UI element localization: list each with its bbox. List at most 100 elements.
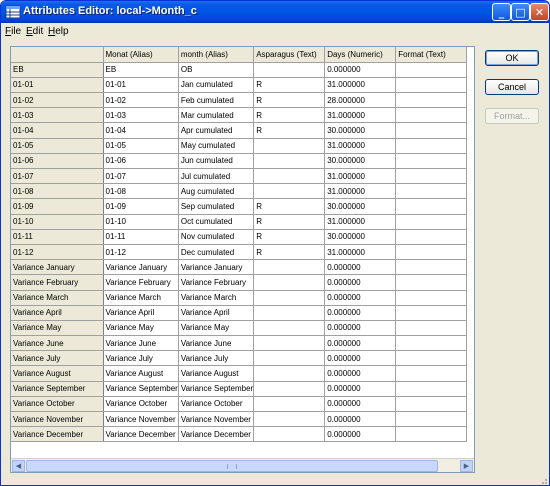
row-header[interactable]: 01-03 bbox=[11, 107, 104, 124]
table-row[interactable]: Variance July Variance July Variance July 0… bbox=[11, 350, 468, 367]
table-cell[interactable]: 31.000000 bbox=[324, 244, 397, 261]
ok-button[interactable]: OK bbox=[485, 50, 539, 66]
format-button[interactable]: Format... bbox=[485, 108, 539, 124]
column-header[interactable]: Asparagus (Text) bbox=[253, 47, 326, 63]
table-cell[interactable]: 30.000000 bbox=[324, 153, 397, 170]
table-cell[interactable]: R bbox=[253, 229, 326, 245]
table-cell[interactable] bbox=[395, 198, 468, 215]
table-row[interactable]: 01-04 01-04 Apr cumulated R 30.000000 bbox=[11, 122, 468, 139]
table-cell[interactable] bbox=[395, 320, 468, 337]
table-cell[interactable] bbox=[253, 153, 326, 170]
table-cell[interactable]: Dec cumulated bbox=[178, 244, 255, 261]
row-header[interactable]: 01-04 bbox=[11, 122, 104, 139]
table-cell[interactable] bbox=[395, 365, 468, 382]
table-row[interactable]: Variance February Variance February Varian… bbox=[11, 274, 468, 291]
row-header[interactable]: Variance October bbox=[11, 396, 104, 413]
table-row[interactable]: Variance August Variance August Variance A… bbox=[11, 365, 468, 382]
table-cell[interactable]: Variance July bbox=[178, 350, 255, 367]
table-cell[interactable]: 0.000000 bbox=[324, 320, 397, 337]
table-cell[interactable]: EB bbox=[103, 62, 179, 78]
table-cell[interactable]: 31.000000 bbox=[324, 214, 397, 230]
table-cell[interactable]: 31.000000 bbox=[324, 107, 397, 124]
table-cell[interactable] bbox=[395, 122, 468, 139]
table-cell[interactable] bbox=[395, 290, 468, 306]
table-cell[interactable]: Variance December bbox=[178, 426, 255, 443]
table-cell[interactable]: 01-11 bbox=[103, 229, 179, 245]
table-cell[interactable]: 0.000000 bbox=[324, 411, 397, 428]
table-cell[interactable] bbox=[253, 274, 326, 291]
table-row[interactable]: 01-10 01-10 Oct cumulated R 31.000000 bbox=[11, 214, 468, 230]
row-header[interactable]: Variance September bbox=[11, 381, 104, 397]
table-cell[interactable]: Nov cumulated bbox=[178, 229, 255, 245]
table-cell[interactable]: 31.000000 bbox=[324, 183, 397, 200]
corner-cell[interactable] bbox=[11, 47, 104, 63]
attributes-grid[interactable]: Monat (Alias) month (Alias) Asparagus (T… bbox=[10, 46, 475, 473]
scrollbar-thumb[interactable] bbox=[26, 460, 438, 472]
table-cell[interactable]: 01-02 bbox=[103, 92, 179, 109]
row-header[interactable]: 01-10 bbox=[11, 214, 104, 230]
table-cell[interactable]: 30.000000 bbox=[324, 122, 397, 139]
table-cell[interactable] bbox=[395, 229, 468, 245]
table-row[interactable]: 01-12 01-12 Dec cumulated R 31.000000 bbox=[11, 244, 468, 261]
row-header[interactable]: 01-01 bbox=[11, 77, 104, 94]
table-cell[interactable] bbox=[253, 320, 326, 337]
table-cell[interactable]: 0.000000 bbox=[324, 62, 397, 78]
table-cell[interactable]: 28.000000 bbox=[324, 92, 397, 109]
table-cell[interactable]: 0.000000 bbox=[324, 274, 397, 291]
table-cell[interactable]: Variance December bbox=[103, 426, 179, 443]
table-cell[interactable]: 0.000000 bbox=[324, 426, 397, 443]
row-header[interactable]: 01-05 bbox=[11, 138, 104, 154]
table-cell[interactable]: 01-07 bbox=[103, 168, 179, 185]
table-cell[interactable]: R bbox=[253, 244, 326, 261]
row-header[interactable]: Variance May bbox=[11, 320, 104, 337]
table-cell[interactable]: R bbox=[253, 214, 326, 230]
row-header[interactable]: EB bbox=[11, 62, 104, 78]
table-cell[interactable]: Variance September bbox=[103, 381, 179, 397]
table-cell[interactable]: Variance April bbox=[178, 305, 255, 321]
row-header[interactable]: Variance August bbox=[11, 365, 104, 382]
table-cell[interactable]: 01-01 bbox=[103, 77, 179, 94]
table-cell[interactable] bbox=[253, 168, 326, 185]
table-cell[interactable]: Jan cumulated bbox=[178, 77, 255, 94]
table-cell[interactable]: Aug cumulated bbox=[178, 183, 255, 200]
table-cell[interactable]: 0.000000 bbox=[324, 396, 397, 413]
table-cell[interactable] bbox=[395, 138, 468, 154]
table-cell[interactable]: 0.000000 bbox=[324, 305, 397, 321]
row-header[interactable]: Variance January bbox=[11, 259, 104, 276]
table-cell[interactable]: Variance July bbox=[103, 350, 179, 367]
table-row[interactable]: Variance April Variance April Variance Apr… bbox=[11, 305, 468, 321]
table-cell[interactable] bbox=[253, 426, 326, 443]
table-row[interactable]: Variance December Variance December Varian… bbox=[11, 426, 468, 443]
table-cell[interactable]: Variance August bbox=[103, 365, 179, 382]
close-button[interactable]: ✕ bbox=[530, 3, 549, 21]
table-cell[interactable] bbox=[395, 153, 468, 170]
menu-file[interactable]: File bbox=[5, 26, 21, 37]
table-cell[interactable]: Variance October bbox=[103, 396, 179, 413]
table-row[interactable]: Variance March Variance March Variance Mar… bbox=[11, 290, 468, 306]
table-row[interactable]: Variance October Variance October Variance… bbox=[11, 396, 468, 413]
table-cell[interactable]: 0.000000 bbox=[324, 335, 397, 352]
table-cell[interactable] bbox=[253, 335, 326, 352]
table-cell[interactable]: Variance March bbox=[103, 290, 179, 306]
table-cell[interactable] bbox=[395, 62, 468, 78]
table-cell[interactable] bbox=[395, 92, 468, 109]
column-header[interactable]: Days (Numeric) bbox=[324, 47, 397, 63]
table-cell[interactable] bbox=[395, 107, 468, 124]
table-cell[interactable]: Mar cumulated bbox=[178, 107, 255, 124]
table-cell[interactable] bbox=[395, 168, 468, 185]
table-cell[interactable]: Variance September bbox=[178, 381, 255, 397]
table-cell[interactable]: Variance October bbox=[178, 396, 255, 413]
resize-grip-icon[interactable] bbox=[537, 473, 548, 484]
table-cell[interactable]: 01-09 bbox=[103, 198, 179, 215]
table-cell[interactable] bbox=[395, 411, 468, 428]
row-header[interactable]: Variance June bbox=[11, 335, 104, 352]
table-cell[interactable]: R bbox=[253, 198, 326, 215]
table-cell[interactable]: Variance March bbox=[178, 290, 255, 306]
row-header[interactable]: Variance March bbox=[11, 290, 104, 306]
table-cell[interactable]: Variance January bbox=[178, 259, 255, 276]
table-cell[interactable]: 01-04 bbox=[103, 122, 179, 139]
table-cell[interactable] bbox=[395, 183, 468, 200]
table-cell[interactable]: 0.000000 bbox=[324, 350, 397, 367]
row-header[interactable]: 01-11 bbox=[11, 229, 104, 245]
table-cell[interactable]: Jul cumulated bbox=[178, 168, 255, 185]
